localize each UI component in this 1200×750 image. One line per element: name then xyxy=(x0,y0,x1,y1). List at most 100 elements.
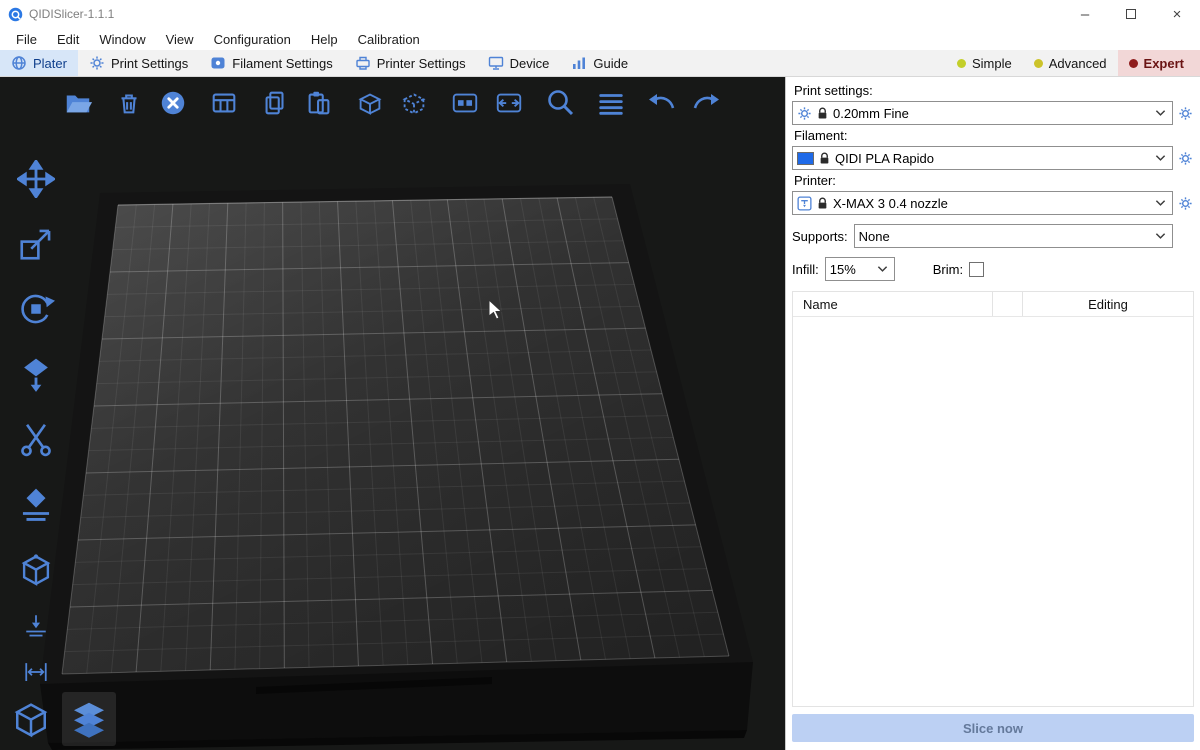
drop-down-icon xyxy=(23,612,49,638)
split-parts-button[interactable] xyxy=(491,85,527,121)
minimize-button[interactable]: – xyxy=(1062,0,1108,28)
viewport-3d[interactable] xyxy=(0,77,785,750)
menu-edit[interactable]: Edit xyxy=(47,32,89,47)
menu-file[interactable]: File xyxy=(6,32,47,47)
titlebar: QIDISlicer-1.1.1 – × xyxy=(0,0,1200,28)
filament-value: QIDI PLA Rapido xyxy=(835,151,934,166)
mirror-tool-button[interactable] xyxy=(21,657,51,687)
remove-instance-button[interactable] xyxy=(396,85,432,121)
gear-icon xyxy=(797,106,812,121)
mode-advanced-label: Advanced xyxy=(1049,56,1107,71)
object-list-body[interactable] xyxy=(793,317,1193,706)
open-button[interactable] xyxy=(60,85,96,121)
trash-icon xyxy=(114,88,144,118)
3d-view-button[interactable] xyxy=(4,692,58,746)
circle-x-icon xyxy=(158,88,188,118)
filament-gear-button[interactable] xyxy=(1177,146,1194,170)
scale-icon xyxy=(17,225,55,263)
print-settings-combo[interactable]: 0.20mm Fine xyxy=(792,101,1173,125)
print-settings-gear-button[interactable] xyxy=(1177,101,1194,125)
delete-all-button[interactable] xyxy=(155,85,191,121)
menu-window[interactable]: Window xyxy=(89,32,155,47)
gear-icon xyxy=(89,55,105,71)
print-settings-value: 0.20mm Fine xyxy=(833,106,909,121)
delete-button[interactable] xyxy=(111,85,147,121)
arrange-button[interactable] xyxy=(206,85,242,121)
filament-color-swatch xyxy=(797,152,814,165)
measure-tool-button[interactable] xyxy=(12,545,60,593)
menu-configuration[interactable]: Configuration xyxy=(204,32,301,47)
add-instance-button[interactable] xyxy=(352,85,388,121)
tab-print-settings[interactable]: Print Settings xyxy=(78,50,199,76)
tab-printer-settings-label: Printer Settings xyxy=(377,56,466,71)
column-header-editing: Editing xyxy=(1023,292,1193,316)
gear-icon xyxy=(1178,196,1193,211)
advanced-mode-dot-icon xyxy=(1034,59,1043,68)
close-button[interactable]: × xyxy=(1154,0,1200,28)
print-settings-label: Print settings: xyxy=(794,83,1194,98)
maximize-button[interactable] xyxy=(1108,0,1154,28)
cut-tool-button[interactable] xyxy=(12,415,60,463)
object-list: Name Editing xyxy=(792,291,1194,707)
scale-tool-button[interactable] xyxy=(12,220,60,268)
app-logo-icon xyxy=(8,7,23,22)
paste-icon xyxy=(304,88,334,118)
layers-view-button[interactable] xyxy=(62,692,116,746)
mode-simple[interactable]: Simple xyxy=(946,50,1023,76)
move-tool-button[interactable] xyxy=(12,155,60,203)
filament-combo[interactable]: QIDI PLA Rapido xyxy=(792,146,1173,170)
slice-now-button[interactable]: Slice now xyxy=(792,714,1194,742)
split-parts-icon xyxy=(494,88,524,118)
printer-gear-button[interactable] xyxy=(1177,191,1194,215)
split-objects-button[interactable] xyxy=(447,85,483,121)
menu-help[interactable]: Help xyxy=(301,32,348,47)
tab-print-settings-label: Print Settings xyxy=(111,56,188,71)
chevron-down-icon xyxy=(877,265,888,273)
mode-advanced[interactable]: Advanced xyxy=(1023,50,1118,76)
printer-value: X-MAX 3 0.4 nozzle xyxy=(833,196,948,211)
lock-icon xyxy=(817,197,828,210)
plater-icon xyxy=(11,55,27,71)
tab-filament-settings-label: Filament Settings xyxy=(232,56,332,71)
variable-layer-height-button[interactable] xyxy=(593,85,629,121)
tab-plater[interactable]: Plater xyxy=(0,50,78,76)
tab-guide[interactable]: Guide xyxy=(560,50,639,76)
undo-button[interactable] xyxy=(644,85,680,121)
tab-filament-settings[interactable]: Filament Settings xyxy=(199,50,343,76)
arrange-grid-icon xyxy=(209,88,239,118)
settings-sidebar: Print settings: 0.20mm Fine Filament: QI… xyxy=(785,77,1200,750)
infill-combo[interactable]: 15% xyxy=(825,257,895,281)
printer-combo[interactable]: X-MAX 3 0.4 nozzle xyxy=(792,191,1173,215)
lock-icon xyxy=(817,107,828,120)
open-folder-icon xyxy=(63,88,93,118)
expert-mode-dot-icon xyxy=(1129,59,1138,68)
printer-icon xyxy=(797,196,812,211)
menu-calibration[interactable]: Calibration xyxy=(348,32,430,47)
view-mode-buttons xyxy=(4,692,116,746)
supports-combo[interactable]: None xyxy=(854,224,1173,248)
redo-button[interactable] xyxy=(688,85,724,121)
rotate-icon xyxy=(17,290,55,328)
mirror-arrows-icon xyxy=(23,659,49,685)
infill-label: Infill: xyxy=(792,262,819,277)
layer-lines-icon xyxy=(596,88,626,118)
paste-button[interactable] xyxy=(301,85,337,121)
copy-button[interactable] xyxy=(257,85,293,121)
search-button[interactable] xyxy=(542,85,578,121)
mode-expert[interactable]: Expert xyxy=(1118,50,1200,76)
menu-view[interactable]: View xyxy=(156,32,204,47)
object-list-header: Name Editing xyxy=(793,292,1193,317)
gear-icon xyxy=(1178,106,1193,121)
support-paint-tool-button[interactable] xyxy=(12,480,60,528)
brim-checkbox[interactable] xyxy=(969,262,984,277)
chevron-down-icon xyxy=(1155,109,1166,117)
tab-device[interactable]: Device xyxy=(477,50,561,76)
rotate-tool-button[interactable] xyxy=(12,285,60,333)
flatten-icon xyxy=(17,355,55,393)
window-title: QIDISlicer-1.1.1 xyxy=(29,7,114,21)
drop-to-bed-tool-button[interactable] xyxy=(21,610,51,640)
undo-arrow-icon xyxy=(646,87,678,119)
tab-printer-settings[interactable]: Printer Settings xyxy=(344,50,477,76)
place-on-face-tool-button[interactable] xyxy=(12,350,60,398)
print-bed-scene xyxy=(0,77,785,750)
